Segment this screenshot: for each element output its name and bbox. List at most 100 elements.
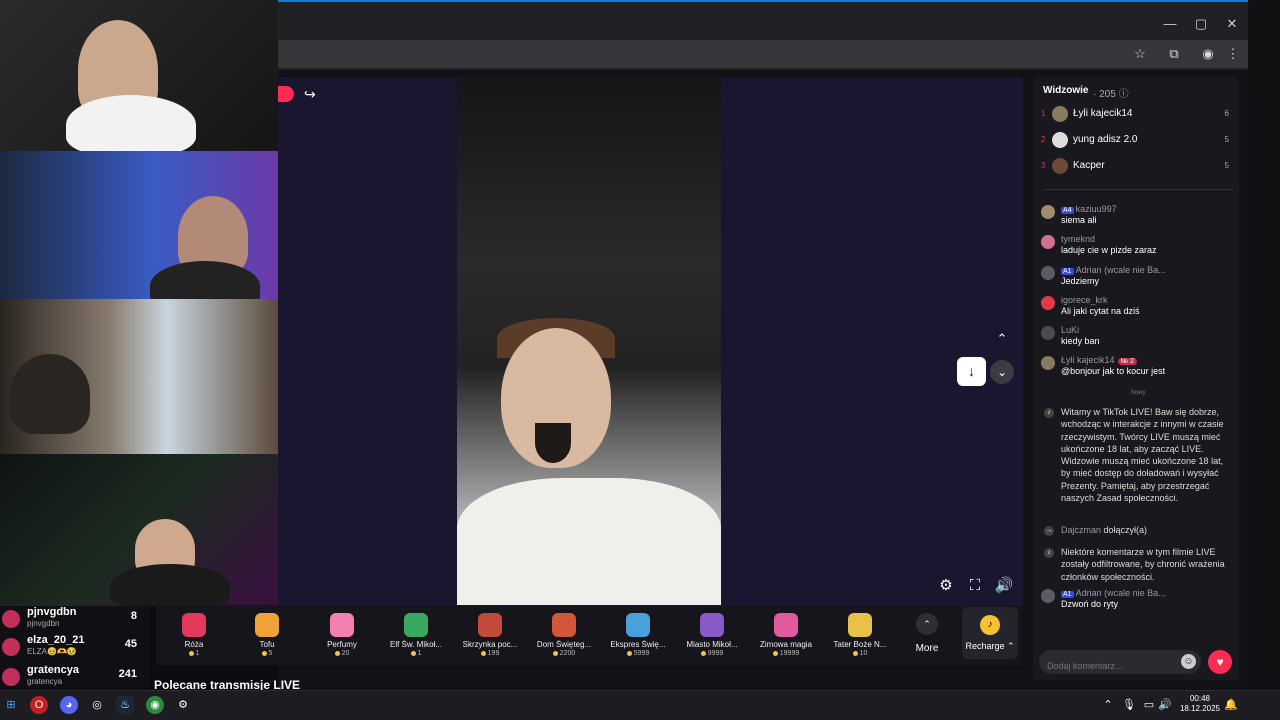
minimize-button[interactable]: —: [1160, 14, 1180, 34]
rank: 2: [1041, 135, 1046, 144]
chrome-icon[interactable]: ◉: [146, 696, 164, 714]
gift-name: Zimowa magia: [759, 640, 812, 649]
chevron-up-icon: ⌃: [916, 613, 938, 635]
top-viewer-row[interactable]: 3 Kacper 5: [1041, 157, 1233, 179]
gift-item[interactable]: Elf Św. Mikoł... 1: [380, 613, 452, 657]
gift-item[interactable]: Tofu 5: [231, 613, 303, 657]
gift-item[interactable]: Skrzynka poc... 199: [454, 613, 526, 657]
settings-icon[interactable]: ⚙: [932, 572, 960, 600]
close-button[interactable]: ✕: [1222, 14, 1242, 34]
comment-input[interactable]: [1039, 650, 1201, 674]
viewer-score: 5: [1224, 161, 1229, 170]
gift-price: 10: [824, 650, 896, 657]
chat-username: Łyli kajecik14: [1061, 355, 1115, 365]
gift-icon: [330, 613, 354, 637]
speaker-icon[interactable]: 🔊: [1156, 696, 1174, 714]
divider: [1043, 189, 1233, 190]
tab-strip: [278, 0, 1248, 38]
star-icon[interactable]: ☆: [1129, 44, 1151, 64]
gift-item[interactable]: Dom Święteg... 2200: [528, 613, 600, 657]
notification-bell-icon[interactable]: 🔔: [1222, 696, 1240, 714]
webcam-feed-2: [0, 151, 278, 299]
join-icon: →: [1044, 526, 1054, 536]
maximize-button[interactable]: ▢: [1191, 14, 1211, 34]
avatar: [2, 610, 20, 628]
gift-price: 1: [158, 650, 230, 657]
clock-time: 00:48: [1189, 694, 1211, 703]
gift-price: 19999: [750, 650, 822, 657]
chat-username: LuKi: [1061, 325, 1080, 335]
clock[interactable]: 00:48 18.12.2025: [1178, 694, 1222, 714]
microphone-icon[interactable]: 🎙: [1120, 696, 1138, 714]
opera-icon[interactable]: O: [30, 696, 48, 714]
discord-icon[interactable]: ◕: [60, 696, 78, 714]
leaderboard-row[interactable]: pjnvgdbn pjnvgdbn 8: [0, 606, 145, 634]
profile-icon[interactable]: ◉: [1197, 44, 1219, 64]
extensions-icon[interactable]: ⧉: [1163, 44, 1185, 64]
leaderboard-score: 45: [124, 638, 137, 650]
level-badge: A1: [1061, 591, 1074, 598]
more-label: More: [915, 643, 939, 654]
chat-username: igorece_krk: [1061, 295, 1108, 305]
avatar: [1041, 235, 1055, 249]
gift-item[interactable]: Róża 1: [158, 613, 230, 657]
viewer-name: yung adisz 2.0: [1073, 134, 1138, 145]
leaderboard-name: gratencya: [27, 664, 79, 676]
gift-icon: [404, 613, 428, 637]
emoji-icon[interactable]: ☺: [1181, 654, 1196, 669]
system-welcome-text: Witamy w TikTok LIVE! Baw się dobrze, wc…: [1061, 407, 1224, 504]
gift-item[interactable]: Zimowa magia 19999: [750, 613, 822, 657]
live-badge: [278, 86, 294, 102]
gift-price: 199: [454, 650, 526, 657]
menu-icon[interactable]: ⋮: [1222, 44, 1244, 64]
gift-icon: [552, 613, 576, 637]
chat-username: Adrian (wcale nie Ba...: [1075, 265, 1166, 275]
gift-icon: [478, 613, 502, 637]
gift-item[interactable]: Tater Boże N... 10: [824, 613, 896, 657]
avatar: [1052, 106, 1068, 122]
gift-item[interactable]: Ekspres Świę... 5999: [602, 613, 674, 657]
address-bar[interactable]: [278, 40, 1248, 68]
avatar: [2, 668, 20, 686]
recharge-button[interactable]: ♪ Recharge ⌃: [962, 607, 1018, 659]
more-gifts-button[interactable]: ⌃ More: [905, 613, 949, 654]
chat-username: kaziuu997: [1075, 204, 1117, 214]
gift-item[interactable]: Perfumy 20: [306, 613, 378, 657]
leaderboard-row[interactable]: gratencya gratencya 241: [0, 664, 145, 692]
rank-badge: № 2: [1117, 358, 1137, 365]
gift-icon: [774, 613, 798, 637]
share-icon[interactable]: ↪: [304, 86, 316, 103]
join-text: dołączył(a): [1103, 525, 1148, 535]
rank: 1: [1041, 109, 1046, 118]
avatar: [1041, 356, 1055, 370]
live-video[interactable]: [457, 78, 721, 605]
gift-item[interactable]: Miasto Mikoł... 9999: [676, 613, 748, 657]
chat-text: Dzwoń do ryty: [1061, 599, 1119, 609]
gift-name: Róża: [184, 640, 204, 649]
windows-start-icon[interactable]: ⊞: [2, 696, 20, 714]
tray-chevron-icon[interactable]: ⌃: [1099, 696, 1117, 714]
leaderboard-handle: ELZA🥹🫶🥹: [27, 647, 77, 656]
leaderboard-row[interactable]: elza_20_21 ELZA🥹🫶🥹 45: [0, 634, 145, 662]
obs-icon[interactable]: ◎: [88, 696, 106, 714]
previous-live-button[interactable]: ⌃: [990, 327, 1014, 351]
fullscreen-icon[interactable]: ⛶: [961, 572, 989, 600]
leaderboard-handle: pjnvgdbn: [27, 619, 60, 628]
top-viewer-row[interactable]: 2 yung adisz 2.0 5: [1041, 131, 1233, 153]
volume-icon[interactable]: 🔊: [990, 572, 1018, 600]
chat-text: siema ali: [1061, 215, 1097, 225]
gift-name: Elf Św. Mikoł...: [389, 640, 442, 649]
download-icon[interactable]: ↓: [957, 357, 986, 386]
steam-icon[interactable]: ♨: [116, 696, 134, 714]
streamer-shirt: [110, 564, 230, 606]
like-heart-button[interactable]: ♥: [1208, 650, 1232, 674]
gift-name: Ekspres Świę...: [610, 640, 666, 649]
settings-gear-icon[interactable]: ⚙: [174, 696, 192, 714]
top-viewer-row[interactable]: 1 Łyli kajecik14 6: [1041, 105, 1233, 127]
streamer-shirt: [66, 95, 196, 151]
chat-text: laduje cie w pizde zaraz: [1061, 245, 1157, 255]
avatar: [1041, 296, 1055, 310]
gift-name: Dom Święteg...: [536, 640, 592, 649]
next-live-button[interactable]: ⌄: [990, 360, 1014, 384]
viewers-title[interactable]: Widzowie: [1043, 85, 1088, 96]
